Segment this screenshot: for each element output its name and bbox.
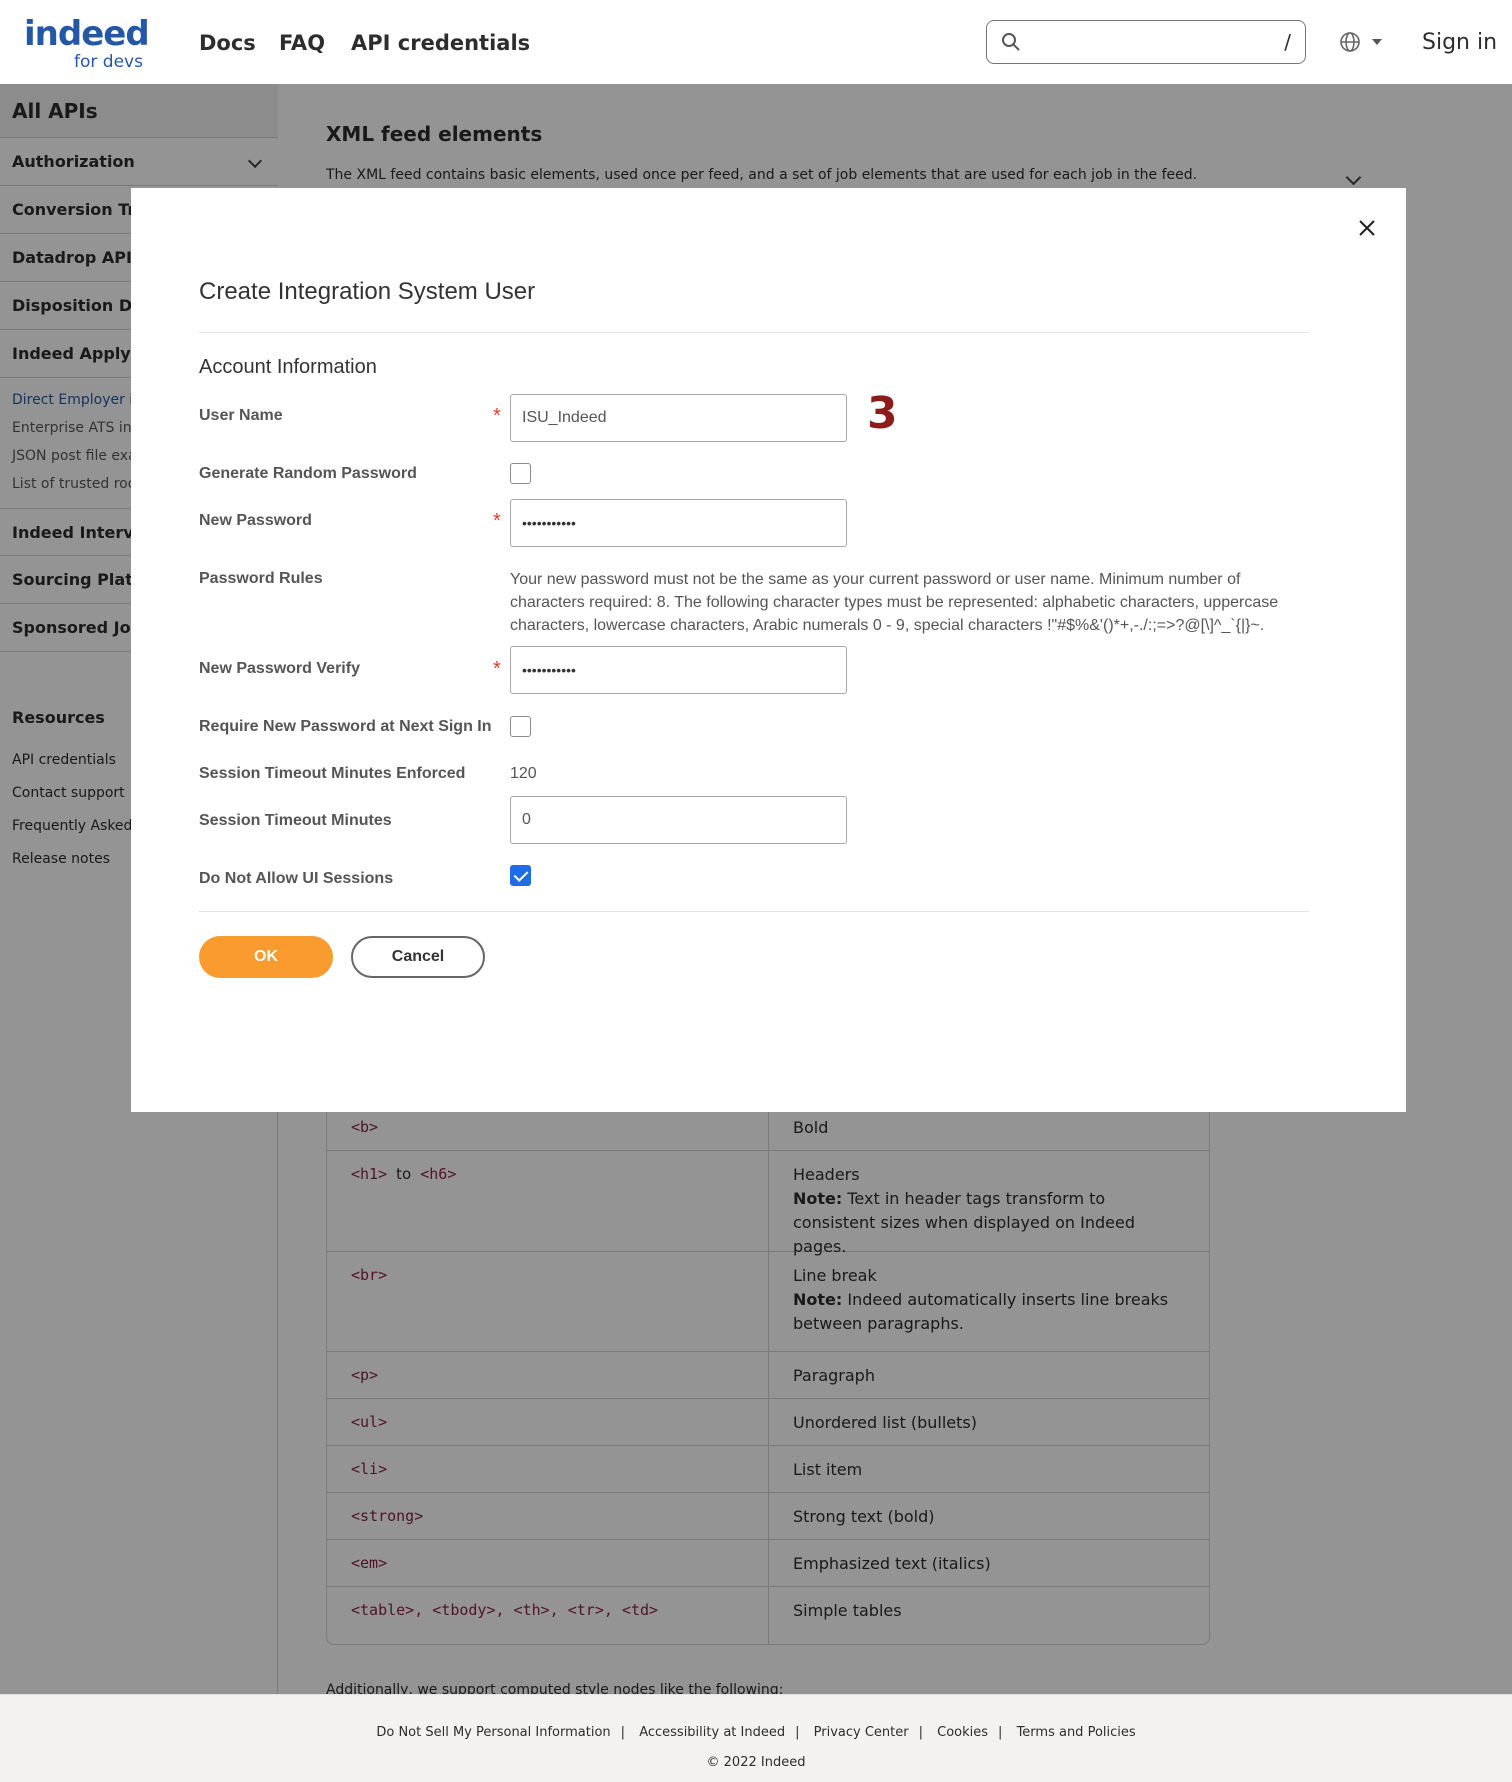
nav-docs[interactable]: Docs <box>199 28 256 58</box>
footer-links: Do Not Sell My Personal Information | Acc… <box>376 1725 1136 1740</box>
sign-in-link[interactable]: Sign in <box>1422 28 1497 58</box>
search-shortcut-hint: / <box>1284 30 1291 54</box>
site-footer: Do Not Sell My Personal Information | Acc… <box>0 1694 1512 1782</box>
close-icon[interactable] <box>1355 216 1379 240</box>
password-rules-label: Password Rules <box>199 570 323 587</box>
dialog-title: Create Integration System User <box>199 278 536 305</box>
no-ui-sessions-checkbox[interactable] <box>510 865 531 886</box>
search-input[interactable]: / <box>986 20 1306 64</box>
divider <box>199 911 1309 912</box>
logo-subtitle: for devs <box>74 52 143 72</box>
footer-link-terms[interactable]: Terms and Policies <box>1017 1725 1136 1740</box>
divider <box>199 332 1309 333</box>
footer-link-do-not-sell[interactable]: Do Not Sell My Personal Information <box>376 1725 610 1740</box>
rules-line: characters, lowercase characters, Arabic… <box>510 617 1265 634</box>
chevron-down-icon[interactable] <box>1372 39 1382 45</box>
session-timeout-input[interactable]: 0 <box>510 796 847 844</box>
timeout-enforced-value: 120 <box>510 765 537 782</box>
footer-copyright: © 2022 Indeed <box>706 1755 806 1770</box>
globe-icon[interactable] <box>1338 30 1362 54</box>
require-new-password-label: Require New Password at Next Sign In <box>199 718 492 735</box>
required-marker: * <box>493 510 501 532</box>
site-header: indeed for devs Docs FAQ API credentials… <box>0 0 1512 84</box>
search-icon <box>1002 33 1020 51</box>
user-name-input[interactable]: ISU_Indeed <box>510 394 847 442</box>
create-isu-dialog: Create Integration System User Account I… <box>131 188 1406 1112</box>
required-marker: * <box>493 405 501 427</box>
session-timeout-label: Session Timeout Minutes <box>199 812 392 829</box>
password-verify-label: New Password Verify <box>199 660 360 677</box>
nav-faq[interactable]: FAQ <box>279 28 325 58</box>
logo-wordmark: indeed <box>24 14 150 54</box>
new-password-label: New Password <box>199 512 312 529</box>
ok-button[interactable]: OK <box>199 936 333 978</box>
generate-password-label: Generate Random Password <box>199 465 417 482</box>
footer-link-accessibility[interactable]: Accessibility at Indeed <box>639 1725 785 1740</box>
generate-password-checkbox[interactable] <box>510 463 531 484</box>
require-new-password-checkbox[interactable] <box>510 716 531 737</box>
password-verify-input[interactable]: ••••••••••• <box>510 646 847 694</box>
step-number: 3 <box>867 388 898 439</box>
user-name-label: User Name <box>199 407 283 424</box>
no-ui-sessions-label: Do Not Allow UI Sessions <box>199 870 394 887</box>
footer-link-cookies[interactable]: Cookies <box>937 1725 988 1740</box>
password-rules-text: Your new password must not be the same a… <box>510 568 1310 637</box>
indeed-logo[interactable]: indeed for devs <box>24 14 150 72</box>
cancel-button[interactable]: Cancel <box>351 936 485 978</box>
rules-line: Your new password must not be the same a… <box>510 571 1241 588</box>
nav-api-credentials[interactable]: API credentials <box>351 28 530 58</box>
required-marker: * <box>493 658 501 680</box>
new-password-input[interactable]: ••••••••••• <box>510 499 847 547</box>
footer-link-privacy[interactable]: Privacy Center <box>814 1725 909 1740</box>
timeout-enforced-label: Session Timeout Minutes Enforced <box>199 765 466 782</box>
section-title: Account Information <box>199 356 377 378</box>
rules-line: characters required: 8. The following ch… <box>510 594 1279 611</box>
